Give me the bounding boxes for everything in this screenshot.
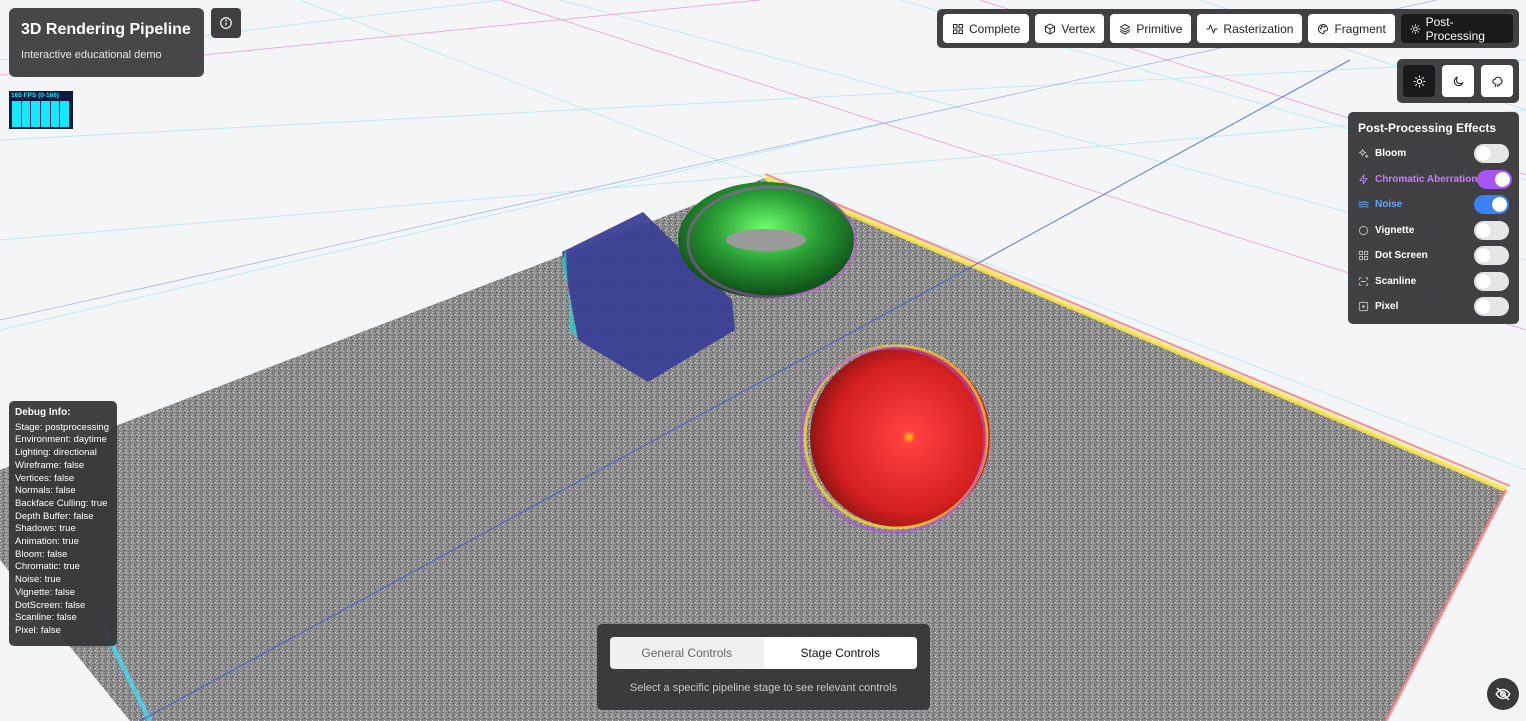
effect-row-pixel: Pixel	[1358, 294, 1509, 320]
stage-tab-post-processing[interactable]: Post-Processing	[1400, 14, 1513, 43]
debug-line: Bloom: false	[15, 548, 68, 560]
effect-row-scanline: Scanline	[1358, 269, 1509, 295]
effect-icon-wrap	[1358, 250, 1369, 261]
stage-tab-primitive[interactable]: Primitive	[1110, 14, 1192, 43]
environment-cloud-rain-button[interactable]	[1481, 65, 1513, 97]
effect-icon-wrap	[1358, 199, 1369, 210]
panel-title: Post-Processing Effects	[1358, 121, 1497, 135]
sun-icon	[1410, 23, 1421, 34]
layers-icon	[1120, 23, 1131, 34]
effect-row-dot-screen: Dot Screen	[1358, 243, 1509, 269]
controls-tab-general-controls[interactable]: General Controls	[610, 637, 764, 669]
stage-tab-label: Complete	[969, 21, 1021, 36]
effect-icon-wrap	[1358, 148, 1369, 159]
debug-line: Noise: true	[15, 574, 61, 586]
effect-toggle[interactable]	[1474, 271, 1509, 291]
stage-tab-label: Rasterization	[1223, 21, 1294, 36]
debug-line: Vertices: false	[15, 472, 75, 484]
debug-panel: Debug Info: Stage: postprocessing Environ…	[9, 401, 117, 646]
debug-line: Wireframe: false	[15, 459, 85, 471]
effect-row-noise: Noise	[1358, 192, 1509, 218]
grid-icon	[953, 23, 963, 34]
effect-label: Bloom	[1375, 148, 1407, 160]
cube-icon	[1045, 23, 1056, 34]
info-button[interactable]	[211, 8, 241, 38]
zap-icon	[1359, 174, 1368, 185]
effect-toggle[interactable]	[1477, 169, 1513, 189]
stage-tab-label: Primitive	[1136, 21, 1183, 36]
effect-label: Pixel	[1375, 301, 1399, 313]
pipeline-stage-tabs: Complete Vertex Primitive Rasterization Frag…	[937, 9, 1519, 48]
scan-icon	[1358, 277, 1369, 286]
fps-meter[interactable]: 165 FPS (0-166)	[9, 91, 73, 129]
controls-panel: General Controls Stage Controls Select a …	[597, 624, 930, 710]
moon-icon	[1453, 76, 1463, 86]
debug-line: Animation: true	[15, 536, 79, 548]
stage-tab-rasterization[interactable]: Rasterization	[1197, 14, 1303, 43]
square-dot-icon	[1358, 302, 1369, 312]
debug-line: Environment: daytime	[15, 434, 107, 446]
sun-icon	[1413, 75, 1425, 87]
controls-hint: Select a specific pipeline stage to see …	[629, 682, 898, 694]
debug-line: Lighting: directional	[15, 447, 97, 459]
environment-sun-button[interactable]	[1403, 65, 1435, 97]
stage-tab-complete[interactable]: Complete	[943, 14, 1030, 43]
effect-label: Chromatic Aberration	[1375, 173, 1478, 185]
debug-line: Vignette: false	[15, 586, 76, 598]
viewport-canvas[interactable]	[0, 0, 1526, 721]
effect-icon-wrap	[1358, 174, 1369, 185]
environment-toggle	[1397, 59, 1519, 103]
effect-toggle[interactable]	[1474, 220, 1509, 240]
debug-line: Chromatic: true	[15, 561, 80, 573]
controls-tab-stage-controls[interactable]: Stage Controls	[763, 637, 917, 669]
effect-row-chromatic-aberration: Chromatic Aberration	[1358, 167, 1513, 193]
effect-label: Dot Screen	[1375, 250, 1428, 262]
debug-line: Shadows: true	[15, 523, 76, 535]
grid-icon	[1358, 251, 1369, 261]
stage-tab-label: Post-Processing	[1425, 14, 1485, 43]
effect-icon-wrap	[1358, 276, 1369, 287]
stage-tab-label: Fragment	[1334, 21, 1386, 36]
toggle-ui-button[interactable]	[1487, 678, 1519, 710]
effect-toggle[interactable]	[1474, 144, 1509, 164]
effect-label: Scanline	[1375, 275, 1417, 287]
fps-label: 165 FPS (0-166)	[11, 92, 60, 99]
effect-label: Vignette	[1375, 224, 1415, 236]
debug-line: Scanline: false	[15, 612, 77, 624]
effect-icon-wrap	[1358, 301, 1369, 312]
app-subtitle: Interactive educational demo	[21, 49, 162, 61]
effect-icon-wrap	[1358, 225, 1369, 236]
fps-graph	[12, 101, 71, 127]
debug-line: Pixel: false	[15, 624, 61, 636]
activity-icon	[1206, 24, 1218, 33]
stage-tab-label: Vertex	[1061, 21, 1096, 36]
debug-title: Debug Info:	[15, 407, 71, 418]
post-processing-panel: Post-Processing Effects Bloom Chromatic A…	[1348, 112, 1519, 324]
effect-toggle[interactable]	[1474, 297, 1509, 317]
app-header: 3D Rendering Pipeline Interactive educat…	[9, 8, 204, 77]
environment-moon-button[interactable]	[1442, 65, 1474, 97]
effect-row-bloom: Bloom	[1358, 141, 1509, 167]
debug-line: Normals: false	[15, 485, 76, 497]
debug-line: Depth Buffer: false	[15, 510, 94, 522]
info-icon	[220, 17, 232, 29]
cloud-rain-icon	[1491, 76, 1503, 87]
stage-tab-fragment[interactable]: Fragment	[1308, 14, 1395, 43]
debug-line: Stage: postprocessing	[15, 421, 110, 433]
eye-off-icon	[1495, 687, 1511, 701]
sparkles-icon	[1358, 149, 1369, 159]
circle-icon	[1358, 225, 1369, 235]
effect-toggle[interactable]	[1474, 246, 1509, 266]
debug-line: DotScreen: false	[15, 599, 86, 611]
effect-toggle[interactable]	[1474, 195, 1509, 215]
waves-icon	[1358, 201, 1369, 208]
controls-tabs: General Controls Stage Controls	[610, 637, 917, 669]
debug-line: Backface Culling: true	[15, 497, 108, 509]
app-title: 3D Rendering Pipeline	[21, 21, 191, 38]
effect-label: Noise	[1375, 199, 1403, 211]
palette-icon	[1318, 23, 1329, 34]
stage-tab-vertex[interactable]: Vertex	[1035, 14, 1105, 43]
effect-row-vignette: Vignette	[1358, 218, 1509, 244]
